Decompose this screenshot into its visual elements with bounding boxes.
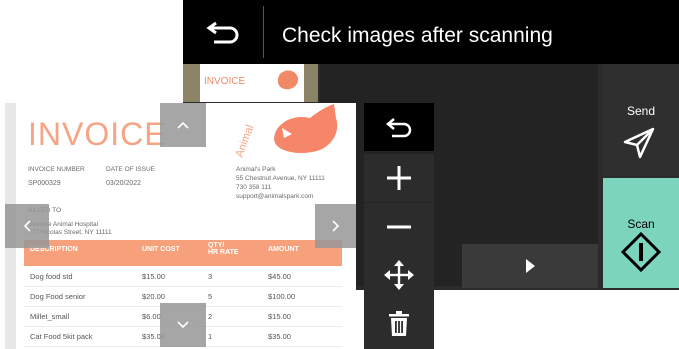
delete-button[interactable] (364, 299, 434, 349)
zoom-out-button[interactable] (364, 203, 434, 251)
from-name: Animal's Park (236, 166, 276, 173)
play-right-icon (526, 259, 535, 273)
row-amount: $100.00 (268, 292, 296, 301)
invoice-number: SP000329 (28, 180, 61, 187)
invoice-title: INVOICE (28, 116, 167, 152)
chevron-right-icon (331, 220, 339, 232)
row-amount: $35.00 (268, 332, 291, 341)
col-amount: AMOUNT (268, 246, 299, 253)
chevron-left-icon (23, 220, 31, 232)
move-button[interactable] (364, 251, 434, 299)
thumbnail-title: INVOICE (204, 76, 246, 87)
chevron-up-icon (177, 121, 189, 129)
page-title: Check images after scanning (282, 24, 553, 47)
date-label: DATE OF ISSUE (106, 166, 155, 173)
start-diamond-icon (621, 232, 661, 272)
logo-text: Animal (236, 123, 256, 159)
row-qty: 5 (208, 292, 213, 301)
scan-label: Scan (627, 217, 655, 231)
minus-icon (387, 225, 411, 229)
row-description: Millet_small (30, 312, 70, 321)
issue-date: 03/20/2022 (106, 180, 142, 187)
move-arrows-icon (384, 260, 414, 290)
row-qty: 2 (208, 312, 213, 321)
scroll-up-button[interactable] (160, 103, 206, 147)
scroll-left-button[interactable] (5, 204, 49, 248)
from-phone: 730 358 111 (236, 184, 272, 191)
row-qty: 3 (208, 272, 213, 281)
row-unit-cost: $15.00 (142, 272, 165, 281)
col-qty: QTY/ HR RATE (208, 242, 239, 256)
header-back-button[interactable] (183, 0, 263, 64)
trash-icon (389, 311, 409, 336)
row-amount: $45.00 (268, 272, 291, 281)
row-unit-cost: $6.00 (142, 312, 161, 321)
next-page-button[interactable] (462, 244, 598, 288)
from-address: 55 Chestnut Avenue, NY 11111 (236, 175, 325, 182)
row-unit-cost: $20.00 (142, 292, 165, 301)
col-unit-cost: UNIT COST (142, 246, 180, 253)
send-icon (623, 127, 655, 159)
send-label: Send (626, 104, 656, 118)
back-arrow-icon (206, 21, 239, 44)
title-divider (263, 6, 264, 58)
zoom-in-button[interactable] (364, 154, 434, 202)
tool-back-button[interactable] (364, 103, 434, 151)
table-header (24, 240, 342, 266)
table-row: Dog food std $15.00 3 $45.00 (24, 266, 342, 287)
row-description: Dog Food senior (30, 292, 86, 301)
undo-icon (386, 118, 412, 138)
from-email: support@animalspark.com (236, 193, 314, 200)
row-qty: 1 (208, 332, 213, 341)
scroll-down-button[interactable] (160, 303, 206, 347)
row-description: Cat Food 5kit pack (30, 332, 93, 341)
row-amount: $15.00 (268, 312, 291, 321)
plus-icon (387, 166, 411, 190)
scroll-right-button[interactable] (315, 204, 356, 248)
invoice-number-label: INVOICE NUMBER (28, 166, 85, 173)
chevron-down-icon (177, 321, 189, 329)
animal-logo-icon: Animal (236, 104, 338, 159)
row-description: Dog food std (30, 272, 73, 281)
